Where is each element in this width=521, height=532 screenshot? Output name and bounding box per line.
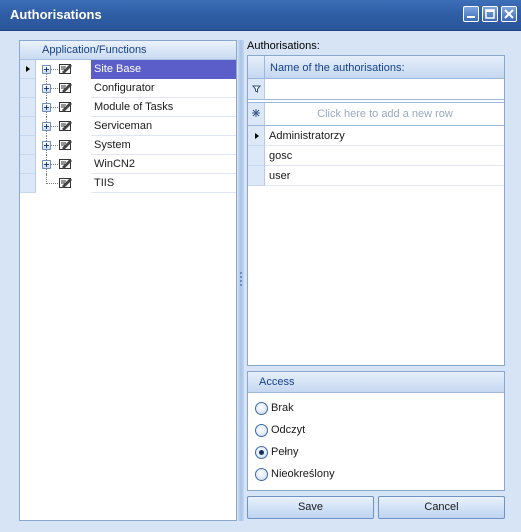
access-group: Access Brak Odczyt Pełny Nieokreślony (247, 371, 505, 491)
expand-icon[interactable] (42, 141, 51, 150)
tree-item[interactable]: Module of Tasks (20, 98, 236, 117)
column-header-name[interactable]: Name of the authorisations: (270, 62, 405, 74)
tree-connector (46, 183, 58, 184)
maximize-icon[interactable] (482, 6, 498, 22)
window-title: Authorisations (10, 7, 102, 22)
splitter-grip (240, 276, 242, 278)
access-option[interactable]: Brak (255, 401, 495, 417)
new-row-placeholder[interactable]: Click here to add a new row (266, 108, 504, 120)
expand-icon[interactable] (42, 65, 51, 74)
tree-node-icons (37, 60, 89, 79)
grid-header-indicator (248, 56, 265, 78)
row-indicator[interactable] (20, 174, 36, 193)
radio-label[interactable]: Pełny (271, 446, 299, 458)
close-icon[interactable] (501, 6, 517, 22)
authorisation-name-cell[interactable]: user (269, 170, 290, 182)
filter-row[interactable] (248, 79, 504, 100)
tree-item[interactable]: TIIS (20, 174, 236, 193)
tree-item[interactable]: Site Base (20, 60, 236, 79)
tree-node-icons (37, 174, 89, 193)
edit-document-icon (59, 101, 73, 113)
expand-icon[interactable] (42, 160, 51, 169)
tree-item-label[interactable]: WinCN2 (91, 155, 236, 174)
new-row-icon (248, 103, 265, 125)
tree-node-icons (37, 136, 89, 155)
splitter-grip (240, 280, 242, 282)
cancel-button[interactable]: Cancel (378, 496, 505, 519)
authorisations-grid[interactable]: Name of the authorisations: Click here t… (247, 55, 505, 366)
radio-label[interactable]: Brak (271, 402, 294, 414)
functions-tree[interactable]: Application/Functions Site Base Configura… (19, 40, 237, 521)
edit-document-icon (59, 158, 73, 170)
current-row-arrow-icon (26, 66, 30, 72)
row-indicator[interactable] (20, 136, 36, 155)
access-header: Access (248, 372, 504, 393)
radio-button[interactable] (255, 468, 268, 481)
tree-header-label: Application/Functions (42, 44, 147, 56)
edit-document-icon (59, 63, 73, 75)
edit-document-icon (59, 120, 73, 132)
splitter-grip (240, 272, 242, 274)
tree-item[interactable]: WinCN2 (20, 155, 236, 174)
authorisation-name-cell[interactable]: gosc (269, 150, 292, 162)
edit-document-icon (59, 177, 73, 189)
tree-node-icons (37, 155, 89, 174)
edit-document-icon (59, 139, 73, 151)
access-option[interactable]: Odczyt (255, 423, 495, 439)
minimize-icon[interactable] (463, 6, 479, 22)
current-row-arrow-icon (255, 133, 259, 139)
table-row[interactable]: Administratorzy (248, 126, 504, 146)
row-indicator[interactable] (20, 79, 36, 98)
access-option[interactable]: Nieokreślony (255, 467, 495, 483)
row-indicator[interactable] (20, 117, 36, 136)
authorisations-label: Authorisations: (247, 40, 320, 52)
row-indicator[interactable] (248, 146, 265, 166)
new-row[interactable]: Click here to add a new row (248, 102, 504, 126)
radio-label[interactable]: Nieokreślony (271, 468, 335, 480)
tree-item-label[interactable]: Module of Tasks (91, 98, 236, 117)
tree-item[interactable]: Configurator (20, 79, 236, 98)
radio-label[interactable]: Odczyt (271, 424, 305, 436)
table-row[interactable]: gosc (248, 146, 504, 166)
radio-button[interactable] (255, 446, 268, 459)
grid-header: Name of the authorisations: (248, 56, 504, 79)
radio-button[interactable] (255, 424, 268, 437)
panel-splitter[interactable] (238, 40, 244, 521)
tree-node-icons (37, 117, 89, 136)
tree-item[interactable]: Serviceman (20, 117, 236, 136)
access-option[interactable]: Pełny (255, 445, 495, 461)
save-button[interactable]: Save (247, 496, 374, 519)
tree-node-icons (37, 98, 89, 117)
tree-node-icons (37, 79, 89, 98)
splitter-grip (240, 284, 242, 286)
tree-item-label[interactable]: Site Base (91, 60, 236, 79)
edit-document-icon (59, 82, 73, 94)
expand-icon[interactable] (42, 122, 51, 131)
row-indicator[interactable] (248, 166, 265, 186)
tree-item-label[interactable]: System (91, 136, 236, 155)
authorisation-name-cell[interactable]: Administratorzy (269, 130, 345, 142)
row-indicator[interactable] (20, 98, 36, 117)
tree-header: Application/Functions (20, 41, 236, 60)
expand-icon[interactable] (42, 84, 51, 93)
tree-item[interactable]: System (20, 136, 236, 155)
radio-button[interactable] (255, 402, 268, 415)
row-indicator[interactable] (20, 155, 36, 174)
access-title: Access (259, 376, 295, 388)
row-indicator[interactable] (248, 126, 265, 146)
table-row[interactable]: user (248, 166, 504, 186)
row-indicator[interactable] (20, 60, 36, 79)
tree-item-label[interactable]: Serviceman (91, 117, 236, 136)
filter-icon[interactable] (248, 79, 265, 99)
expand-icon[interactable] (42, 103, 51, 112)
tree-item-label[interactable]: TIIS (91, 174, 236, 193)
title-bar[interactable]: Authorisations (0, 0, 521, 31)
tree-item-label[interactable]: Configurator (91, 79, 236, 98)
row-divider (265, 185, 504, 186)
